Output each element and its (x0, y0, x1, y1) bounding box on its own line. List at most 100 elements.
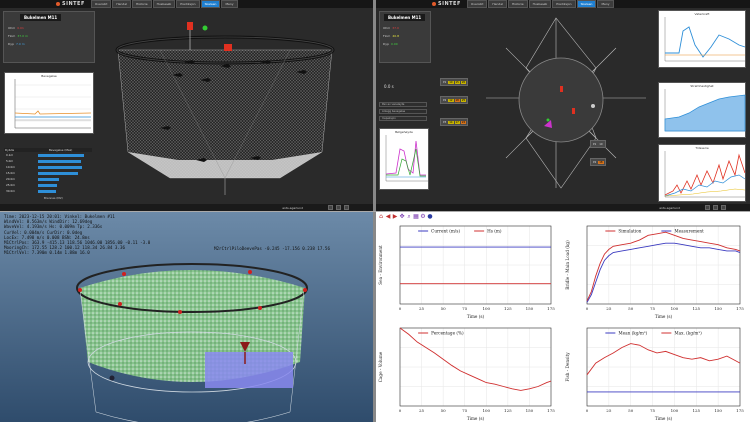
pan-icon[interactable]: ✥ (399, 213, 405, 220)
movement-chart-plot (14, 79, 92, 129)
legend-label: Measurement (674, 229, 704, 234)
grid-lines (399, 327, 552, 407)
wave-height-plot (385, 135, 428, 182)
series-line (586, 343, 741, 376)
depth-label: 0.1m (6, 153, 14, 157)
config-icon[interactable]: ⚙ (420, 213, 426, 220)
node-panel[interactable]: P3 14 17 22 (440, 118, 469, 126)
menu-item-menu[interactable]: Meny (221, 0, 238, 8)
status-row: Ohm 37.0 (383, 26, 399, 30)
sensor-marker[interactable] (560, 86, 563, 92)
site-title: Bukelmen M11 (20, 14, 62, 21)
x-tick-label: 100 (671, 306, 679, 311)
sensor-buoy[interactable] (187, 22, 193, 30)
status-row: Flom 37.0 m (8, 34, 28, 38)
pane-divider-horizontal (0, 211, 750, 212)
x-tick-label: 75 (650, 306, 656, 311)
fullscreen-icon[interactable] (713, 205, 718, 210)
x-tick-label: 150 (526, 306, 534, 311)
menu-item-visits[interactable]: Husbesøk (528, 0, 552, 8)
zoom-icon[interactable]: ⌕ (406, 213, 412, 220)
home-icon[interactable]: ⌂ (378, 213, 384, 220)
chart-cage-volume[interactable]: 0 25 50 75 100 125 150 175 Time (s) Cage - Volume… (376, 322, 561, 422)
x-tick-label: 25 (419, 306, 425, 311)
extra-readout: 0.0 s (384, 83, 394, 89)
menu-item-prediction[interactable]: Prediksjon (176, 0, 200, 8)
movement-bar (38, 159, 81, 163)
table-header-cell: Dybde (5, 148, 15, 152)
node-panel[interactable]: P2 12 18 25 (440, 96, 469, 104)
series-line (399, 327, 552, 391)
menu-item-events[interactable]: Hendel (112, 0, 132, 8)
status-label: Flom (383, 34, 391, 38)
net-cage-3d-model[interactable] (100, 10, 360, 200)
chart-bridle-load[interactable]: 0 25 50 75 100 125 150 175 Time (s) Bridle - Main… (563, 220, 750, 320)
node-cell: 10 (448, 80, 454, 84)
menu-item-history[interactable]: Historie (508, 0, 528, 8)
user-icon[interactable] (344, 205, 349, 210)
user-name[interactable]: ants.agarlund (659, 206, 680, 210)
menu-item-prediction[interactable]: Prediksjon (552, 0, 576, 8)
status-row: Dyp 0.00 (383, 42, 398, 46)
dashboard-cage-view: SINTEF Oversikt Hendel Historie Husbesøk… (0, 0, 373, 211)
node-panel[interactable]: P2 18 (590, 158, 606, 166)
x-tick-label: 175 (547, 306, 555, 311)
user-icon[interactable] (721, 205, 726, 210)
status-label: Ohm (383, 26, 391, 30)
x-tick-label: 25 (606, 306, 612, 311)
menu-item-menu[interactable]: Meny (597, 0, 614, 8)
status-light-green (202, 25, 208, 31)
status-value: 0.01 (17, 26, 24, 30)
fullscreen-icon[interactable] (336, 205, 341, 210)
series-line (586, 231, 741, 302)
menu-item-overview[interactable]: Oversikt (90, 0, 112, 8)
grid-lines (399, 225, 552, 305)
back-icon[interactable]: ◀ (385, 213, 391, 220)
menu-item-overview[interactable]: Oversikt (466, 0, 488, 8)
status-label: Dyp (8, 42, 14, 46)
subplot-icon[interactable]: ▦ (413, 213, 419, 220)
grid-lines (586, 225, 741, 305)
movement-bar (38, 183, 57, 187)
node-panel[interactable]: P1 10 (590, 140, 606, 148)
simulation-3d-view[interactable]: Time: 2023-12-15 20:01: Vinkel: Bukelmen… (0, 212, 373, 422)
node-cell: 12 (448, 98, 454, 102)
status-label: Flom (8, 34, 16, 38)
table-row[interactable]: 30.0m (4, 188, 92, 194)
cage-ring[interactable] (518, 57, 604, 143)
settings-icon[interactable] (705, 205, 710, 210)
forward-icon[interactable]: ▶ (392, 213, 398, 220)
status-row: Flom 40.8 (383, 34, 399, 38)
side-button[interactable]: Anlegg bevegelse (379, 109, 427, 114)
timeseries-plot (664, 151, 746, 198)
simulation-hud: Time: 2023-12-15 20:01: Vinkel: Bukelmen… (4, 214, 150, 256)
user-name[interactable]: ants.agarlund (282, 206, 303, 210)
menu-item-scale[interactable]: Skalaen (200, 0, 221, 8)
save-icon[interactable]: ● (427, 213, 433, 220)
menu-item-scale[interactable]: Skalaen (576, 0, 597, 8)
side-button[interactable]: Pen av vaneleyte (379, 102, 427, 107)
x-tick-label: 50 (628, 306, 634, 311)
table-header-cell: Bevegelse (Max) (49, 148, 73, 152)
side-button[interactable]: Inspeksjon (379, 116, 427, 121)
status-panel: Bukelmen M11 Ohm 37.0 Flom 40.8 Dyp 0.00 (379, 11, 431, 63)
mooring-diagram[interactable] (466, 8, 666, 198)
menu-item-visits[interactable]: Husbesøk (152, 0, 176, 8)
chart-fish-density[interactable]: 0 25 50 75 100 125 150 175 Time (s) Fish - Densit… (563, 322, 750, 422)
current-speed-chart: Strømhastighet (658, 82, 746, 138)
status-label: Ohm (8, 26, 16, 30)
legend-label: Current (m/s) (431, 229, 460, 234)
x-axis-label: Time (s) (467, 314, 485, 319)
menu-item-history[interactable]: Historie (132, 0, 152, 8)
sensor-marker[interactable] (572, 108, 575, 114)
series-line (586, 242, 741, 303)
chart-environment[interactable]: 0 25 50 75 100 125 150 175 Time (s) Sea - Environ… (376, 220, 561, 320)
node-panel[interactable]: P1 10 15 20 (440, 78, 469, 86)
menu-item-events[interactable]: Hendel (488, 0, 508, 8)
x-tick-label: 150 (714, 408, 722, 413)
depth-label: 10.0m (6, 165, 15, 169)
legend: Percentage (%) (418, 331, 464, 336)
depth-label: 30.0m (6, 189, 15, 193)
feeder-marker[interactable] (224, 44, 232, 51)
settings-icon[interactable] (328, 205, 333, 210)
